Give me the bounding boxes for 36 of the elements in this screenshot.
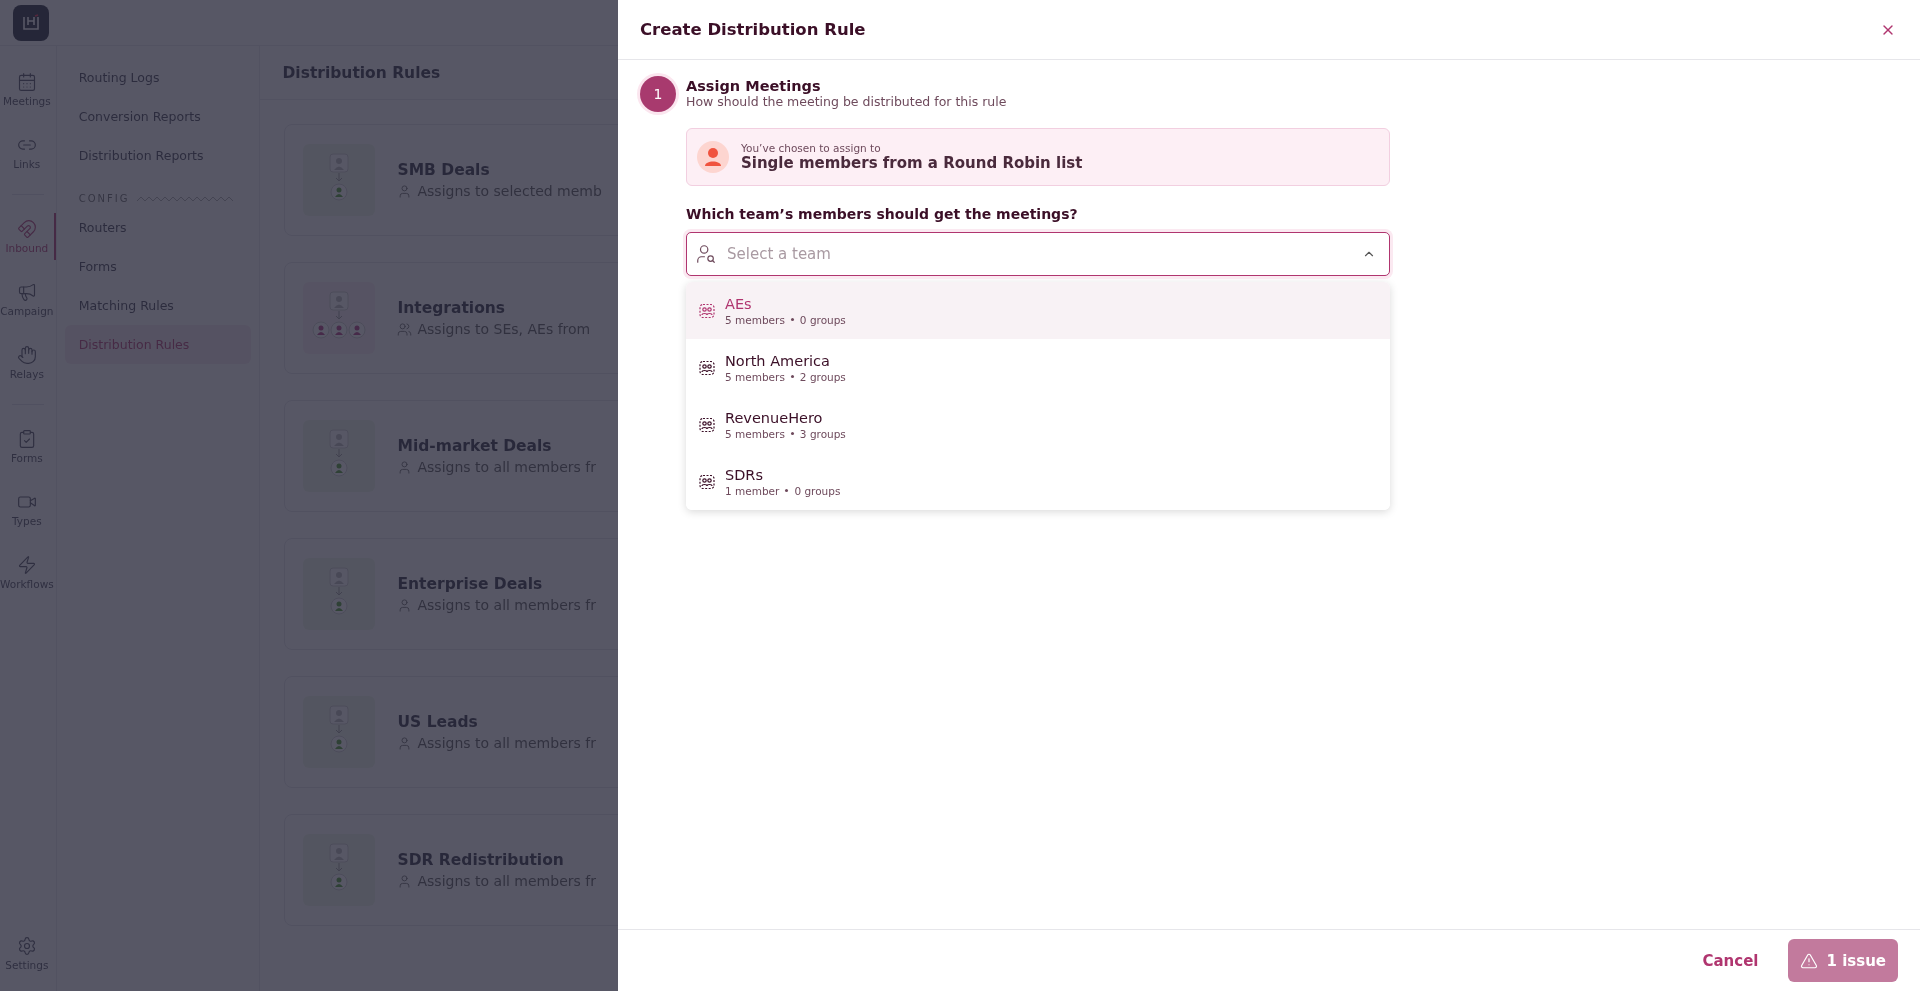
member-count: 5 members	[725, 427, 785, 440]
member-count: 5 members	[725, 313, 785, 326]
group-count: 0 groups	[799, 313, 846, 326]
group-count: 0 groups	[794, 484, 841, 497]
member-count: 5 members	[725, 370, 785, 383]
team-icon	[699, 359, 715, 376]
team-select[interactable]: Select a team	[686, 232, 1390, 276]
choice-caption: You’ve chosen to assign to	[741, 142, 882, 154]
drawer-title: Create Distribution Rule	[640, 20, 866, 39]
choice-value: Single members from a Round Robin list	[741, 154, 1083, 172]
backdrop[interactable]	[0, 0, 618, 991]
separator-dot	[790, 318, 794, 321]
team-name: SDRs	[725, 466, 764, 483]
team-name: RevenueHero	[725, 409, 824, 426]
search-icon	[695, 243, 717, 265]
separator-dot	[790, 432, 794, 435]
separator-dot	[785, 489, 789, 492]
separator-dot	[790, 375, 794, 378]
team-option[interactable]: SDRs 1 member 0 groups	[686, 453, 1390, 510]
step-number: 1	[640, 76, 676, 112]
team-icon	[699, 416, 715, 433]
team-icon	[699, 302, 715, 319]
field-label: Which team’s members should get the meetings?	[686, 206, 1079, 222]
warning-icon	[1800, 951, 1819, 970]
group-count: 3 groups	[799, 427, 846, 440]
team-option[interactable]: RevenueHero 5 members 3 groups	[686, 396, 1390, 453]
team-name: North America	[725, 352, 831, 369]
team-option[interactable]: AEs 5 members 0 groups	[686, 282, 1390, 339]
group-count: 2 groups	[799, 370, 846, 383]
team-icon	[699, 473, 715, 490]
person-icon	[697, 141, 729, 173]
member-count: 1 member	[725, 484, 780, 497]
step-title: Assign Meetings	[686, 78, 822, 94]
step-subtitle: How should the meeting be distributed for this rule	[686, 94, 1007, 109]
team-name: AEs	[725, 295, 753, 312]
team-option[interactable]: North America 5 members 2 groups	[686, 339, 1390, 396]
